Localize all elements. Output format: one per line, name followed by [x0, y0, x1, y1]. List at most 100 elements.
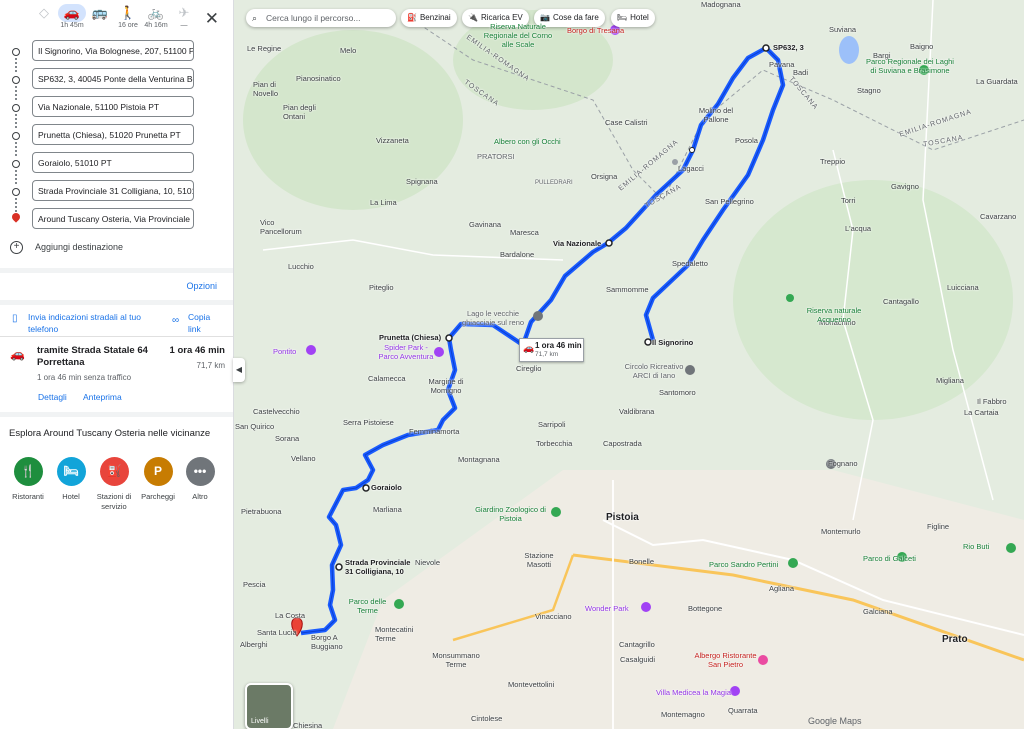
- car-icon: 🚗: [523, 343, 535, 353]
- details-button[interactable]: Dettagli: [38, 392, 67, 402]
- stop-input[interactable]: Goraiolo, 51010 PT: [32, 152, 194, 173]
- poi-label: Parco delle Terme: [348, 597, 387, 615]
- chip-hotels[interactable]: 🛏 Hotel: [611, 9, 655, 27]
- map-canvas[interactable]: ⌕ Cerca lungo il percorso... ⛽ Benzinai 🔌…: [233, 0, 1024, 729]
- walking-icon: 🚶: [119, 5, 137, 20]
- category-restaurants[interactable]: 🍴 Ristoranti: [6, 457, 50, 502]
- callout-time: 1 ora 46 min: [535, 341, 582, 350]
- city-label: Pistoia: [606, 512, 639, 523]
- stop-input[interactable]: Strada Provinciale 31 Colligiana, 10, 51…: [32, 180, 194, 201]
- poi-marker[interactable]: [788, 558, 798, 568]
- category-label: Altro: [192, 492, 208, 501]
- mode-driving[interactable]: 🚗 1h 45m: [58, 4, 86, 29]
- copy-link-button[interactable]: Copia link: [188, 311, 224, 335]
- stop-circle-icon: [12, 104, 20, 112]
- poi-label: Wonder Park: [585, 604, 629, 613]
- best-route-icon: ◇: [39, 5, 49, 20]
- mode-walking-label: 16 ore: [118, 22, 138, 29]
- stop-marker[interactable]: [762, 44, 770, 52]
- place-label: Vizzaneta: [376, 136, 409, 145]
- add-destination-button[interactable]: + Aggiungi destinazione: [10, 241, 123, 255]
- place-label: Fognano: [828, 459, 858, 468]
- category-hotels[interactable]: 🛏 Hotel: [49, 457, 93, 502]
- mode-walking[interactable]: 🚶 16 ore: [114, 4, 142, 29]
- plus-icon: +: [10, 241, 23, 254]
- mode-cycling[interactable]: 🚲 4h 16m: [142, 4, 170, 29]
- stop-input[interactable]: Prunetta (Chiesa), 51020 Prunetta PT: [32, 124, 194, 145]
- mode-driving-label: 1h 45m: [60, 22, 84, 29]
- poi-marker[interactable]: [533, 311, 543, 321]
- place-label: Pianosinatico: [296, 74, 341, 83]
- stop-input[interactable]: SP632, 3, 40045 Ponte della Venturina Bo: [32, 68, 194, 89]
- chip-label: Cose da fare: [552, 13, 599, 22]
- place-label: Bonelle: [629, 557, 655, 566]
- place-label: Stagno: [857, 86, 881, 95]
- poi-marker[interactable]: [394, 599, 404, 609]
- stop-row: Strada Provinciale 31 Colligiana, 10, 51…: [0, 180, 233, 212]
- place-label: Cireglio: [516, 364, 542, 373]
- category-parking[interactable]: P Parcheggi: [136, 457, 180, 502]
- category-more[interactable]: ••• Altro: [178, 457, 222, 502]
- poi-marker[interactable]: [730, 686, 740, 696]
- stop-label: Goraiolo: [371, 483, 402, 492]
- place-label: Suviana: [829, 25, 857, 34]
- place-label: Molino del Pallone: [698, 106, 734, 124]
- stop-input[interactable]: Il Signorino, Via Bolognese, 207, 51100 …: [32, 40, 194, 61]
- poi-label: Spider Park - Parco Avventura: [378, 343, 434, 361]
- bus-icon: 🚌: [91, 5, 109, 20]
- stop-label: Via Nazionale: [553, 239, 602, 248]
- poi-marker[interactable]: [1006, 543, 1016, 553]
- category-gas-stations[interactable]: ⛽ Stazioni di servizio: [92, 457, 136, 512]
- stop-marker[interactable]: [335, 563, 343, 571]
- place-label: Capostrada: [603, 439, 642, 448]
- stop-row: Around Tuscany Osteria, Via Provinciale …: [0, 208, 233, 232]
- place-label: Pietrabuona: [241, 507, 282, 516]
- poi-label: Lago le vecchie ghiacciaie sul reno: [461, 309, 525, 327]
- place-label: Chiesina: [293, 721, 323, 729]
- layers-button[interactable]: Livelli: [245, 683, 293, 729]
- poi-marker[interactable]: [786, 294, 794, 302]
- stop-marker[interactable]: [445, 334, 453, 342]
- poi-label: Riserva naturale Acquerino: [806, 306, 862, 324]
- poi-label: Giardino Zoologico di Pistoia: [475, 505, 546, 523]
- stop-marker[interactable]: [362, 484, 370, 492]
- poi-marker[interactable]: [641, 602, 651, 612]
- chip-label: Benzinai: [419, 13, 451, 22]
- place-label: Santa Lucia: [257, 628, 297, 637]
- poi-marker[interactable]: [551, 507, 561, 517]
- place-label: Gavinana: [469, 220, 502, 229]
- stop-marker[interactable]: [644, 338, 652, 346]
- poi-label: Parco Regionale dei Laghi di Suviana e B…: [866, 57, 954, 75]
- stop-marker[interactable]: [689, 147, 695, 153]
- layers-label: Livelli: [251, 718, 269, 725]
- route-time-callout[interactable]: 🚗 1 ora 46 min 71,7 km: [519, 338, 584, 362]
- place-label: Badi: [793, 68, 809, 77]
- place-label: Montecatini Terme: [375, 625, 414, 643]
- place-label: Castelvecchio: [253, 407, 300, 416]
- travel-mode-bar: ◇ 🚗 1h 45m 🚌 🚶 16 ore 🚲 4h 16m ✈ — ✕: [0, 4, 233, 38]
- stop-circle-icon: [12, 132, 20, 140]
- mode-cycling-label: 4h 16m: [144, 22, 168, 29]
- stop-input[interactable]: Via Nazionale, 51100 Pistoia PT: [32, 96, 194, 117]
- poi-marker[interactable]: [306, 345, 316, 355]
- mode-best[interactable]: ◇: [30, 4, 58, 22]
- collapse-panel-button[interactable]: ◀: [233, 358, 245, 382]
- link-icon: ∞: [172, 315, 180, 326]
- place-label: Torbecchia: [536, 439, 573, 448]
- stop-marker[interactable]: [605, 239, 613, 247]
- close-icon[interactable]: ✕: [205, 10, 219, 27]
- chip-gas-stations[interactable]: ⛽ Benzinai: [401, 9, 457, 27]
- mode-flight[interactable]: ✈ —: [170, 4, 198, 29]
- more-dots-icon: •••: [185, 457, 215, 486]
- options-button[interactable]: Opzioni: [186, 281, 217, 291]
- place-label: Alberghi: [240, 640, 268, 649]
- place-label: Torri: [841, 196, 856, 205]
- destination-input[interactable]: Around Tuscany Osteria, Via Provinciale …: [32, 208, 194, 229]
- mode-transit[interactable]: 🚌: [86, 4, 114, 22]
- stop-circle-icon: [12, 188, 20, 196]
- place-label: Stazione Masotti: [524, 551, 554, 569]
- place-label: La Costa: [275, 611, 306, 620]
- send-to-phone-link[interactable]: Invia indicazioni stradali al tuo telefo…: [28, 311, 158, 335]
- search-along-route-input[interactable]: ⌕ Cerca lungo il percorso...: [246, 9, 396, 27]
- preview-button[interactable]: Anteprima: [83, 392, 122, 402]
